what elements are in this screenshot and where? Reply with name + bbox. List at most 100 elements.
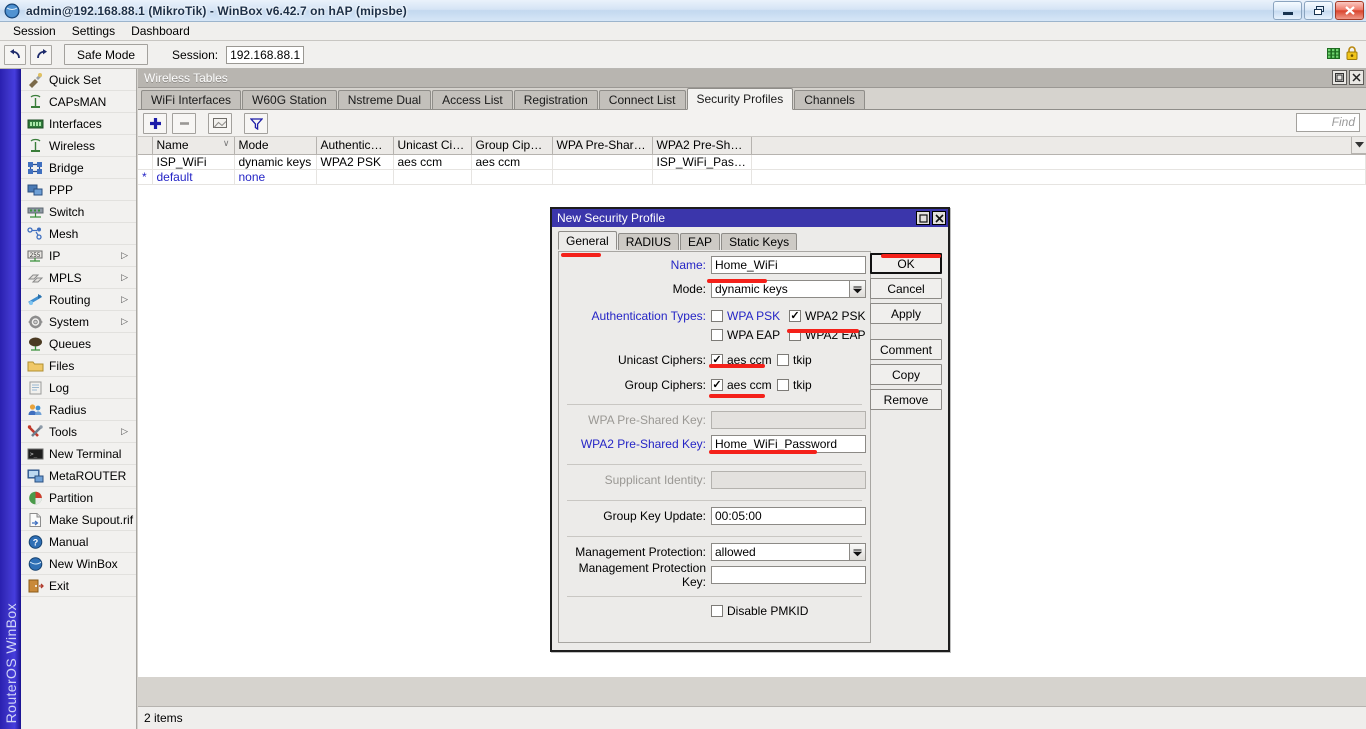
checkbox-box[interactable]: ✓ [789, 309, 801, 322]
sidebar-item-manual[interactable]: ? Manual [21, 531, 136, 553]
minimize-button[interactable] [1273, 1, 1302, 20]
tab-access-list[interactable]: Access List [432, 90, 513, 109]
wireless-close-button[interactable] [1349, 70, 1364, 85]
sidebar-item-interfaces[interactable]: Interfaces [21, 113, 136, 135]
checkbox-wpa-psk[interactable]: WPA PSK [711, 306, 789, 325]
dialog-tab-general[interactable]: General [558, 231, 617, 250]
plus-icon[interactable] [143, 112, 167, 134]
checkbox-box[interactable] [711, 604, 723, 617]
table-col-group-ciphers[interactable]: Group Ciphers [471, 137, 553, 155]
checkbox-disable-pmkid[interactable]: Disable PMKID [711, 601, 808, 620]
menu-item-dashboard[interactable]: Dashboard [124, 22, 197, 40]
comment-icon[interactable] [208, 112, 232, 134]
table-col-mode[interactable]: Mode [234, 137, 317, 155]
minus-icon[interactable] [172, 112, 196, 134]
sidebar-item-metarouter[interactable]: MetaROUTER [21, 465, 136, 487]
table-row[interactable]: ISP_WiFi dynamic keys WPA2 PSK aes ccm a… [138, 154, 1366, 170]
dialog-tab-eap[interactable]: EAP [680, 233, 721, 250]
filter-funnel-icon[interactable] [244, 112, 268, 134]
comment-button[interactable]: Comment [870, 339, 942, 360]
sidebar-item-quick-set[interactable]: Quick Set [21, 69, 136, 91]
remove-button[interactable]: Remove [870, 389, 942, 410]
tab-connect-list[interactable]: Connect List [598, 90, 686, 109]
checkbox-box[interactable] [777, 353, 789, 366]
checkbox-box[interactable] [711, 309, 723, 322]
find-input[interactable]: Find [1296, 113, 1360, 132]
table-col-name[interactable]: Name [152, 137, 235, 155]
table-col-unicast-ciphers[interactable]: Unicast Ciphers [393, 137, 472, 155]
tab-channels[interactable]: Channels [794, 90, 865, 109]
sidebar-item-log[interactable]: Log [21, 377, 136, 399]
chevron-down-icon[interactable] [850, 280, 866, 298]
sidebar-item-mpls[interactable]: MPLS ▷ [21, 267, 136, 289]
sidebar-item-partition[interactable]: Partition [21, 487, 136, 509]
cancel-button[interactable]: Cancel [870, 278, 942, 299]
management-protection-key-input[interactable] [711, 566, 866, 584]
sidebar-item-mesh[interactable]: Mesh [21, 223, 136, 245]
checkbox-group-aes-ccm[interactable]: ✓ aes ccm [711, 375, 777, 394]
sidebar-item-new-terminal[interactable]: >_ New Terminal [21, 443, 136, 465]
table-col-wpa-preshared[interactable]: WPA Pre-Shared ... [552, 137, 653, 155]
management-protection-input[interactable] [711, 543, 850, 561]
table-col-wpa2-preshared[interactable]: WPA2 Pre-Shared... [652, 137, 752, 155]
checkbox-box[interactable] [789, 328, 801, 341]
table-col-authentication[interactable]: Authenticatio... [316, 137, 394, 155]
tab-security-profiles[interactable]: Security Profiles [686, 88, 794, 110]
checkbox-box[interactable]: ✓ [711, 378, 723, 391]
sidebar-item-system[interactable]: System ▷ [21, 311, 136, 333]
sidebar-item-files[interactable]: Files [21, 355, 136, 377]
checkbox-unicast-aes-ccm[interactable]: ✓ aes ccm [711, 350, 777, 369]
sidebar-item-switch[interactable]: Switch [21, 201, 136, 223]
sidebar-item-radius[interactable]: Radius [21, 399, 136, 421]
mode-combobox[interactable] [711, 280, 866, 298]
restore-button[interactable] [1304, 1, 1333, 20]
mode-input[interactable] [711, 280, 850, 298]
checkbox-unicast-tkip[interactable]: tkip [777, 350, 812, 369]
dialog-tab-radius[interactable]: RADIUS [617, 233, 680, 250]
undo-button[interactable] [4, 44, 26, 65]
checkbox-box[interactable] [711, 328, 723, 341]
supplicant-identity-input[interactable] [711, 471, 866, 489]
wpa2-preshared-key-input[interactable] [711, 435, 866, 453]
sidebar-item-ppp[interactable]: PPP [21, 179, 136, 201]
apply-button[interactable]: Apply [870, 303, 942, 324]
chevron-down-icon[interactable] [1351, 137, 1366, 154]
tab-w60g-station[interactable]: W60G Station [242, 90, 337, 109]
dialog-restore-button[interactable] [916, 211, 930, 225]
menu-item-settings[interactable]: Settings [65, 22, 122, 40]
chevron-down-icon[interactable] [850, 543, 866, 561]
dialog-tab-static-keys[interactable]: Static Keys [721, 233, 798, 250]
checkbox-wpa-eap[interactable]: WPA EAP [711, 325, 789, 344]
session-input[interactable] [226, 45, 305, 64]
name-input[interactable] [711, 256, 866, 274]
wireless-restore-button[interactable] [1332, 70, 1347, 85]
tab-registration[interactable]: Registration [513, 90, 598, 109]
sidebar-item-make-supout[interactable]: Make Supout.rif [21, 509, 136, 531]
menu-item-session[interactable]: Session [6, 22, 63, 40]
tab-nstreme-dual[interactable]: Nstreme Dual [337, 90, 432, 109]
checkbox-box[interactable] [777, 378, 789, 391]
safe-mode-button[interactable]: Safe Mode [64, 44, 149, 65]
table-row[interactable]: * default none [138, 169, 1366, 185]
sidebar-item-new-winbox[interactable]: New WinBox [21, 553, 136, 575]
sidebar-item-routing[interactable]: Routing ▷ [21, 289, 136, 311]
sidebar-item-tools[interactable]: Tools ▷ [21, 421, 136, 443]
sidebar-item-bridge[interactable]: Bridge [21, 157, 136, 179]
redo-button[interactable] [30, 44, 52, 65]
ok-button[interactable]: OK [870, 253, 942, 274]
sidebar-item-capsman[interactable]: CAPsMAN [21, 91, 136, 113]
management-protection-combobox[interactable] [711, 543, 866, 561]
checkbox-group-tkip[interactable]: tkip [777, 375, 812, 394]
sidebar-item-exit[interactable]: Exit [21, 575, 136, 597]
checkbox-wpa2-eap[interactable]: WPA2 EAP [789, 325, 865, 344]
copy-button[interactable]: Copy [870, 364, 942, 385]
close-button[interactable] [1335, 1, 1364, 20]
checkbox-wpa2-psk[interactable]: ✓ WPA2 PSK [789, 306, 865, 325]
checkbox-box[interactable]: ✓ [711, 353, 723, 366]
sidebar-item-queues[interactable]: Queues [21, 333, 136, 355]
sidebar-item-wireless[interactable]: Wireless [21, 135, 136, 157]
tab-wifi-interfaces[interactable]: WiFi Interfaces [141, 90, 242, 109]
dialog-close-button[interactable] [932, 211, 946, 225]
wpa-preshared-key-input[interactable] [711, 411, 866, 429]
group-key-update-input[interactable] [711, 507, 866, 525]
